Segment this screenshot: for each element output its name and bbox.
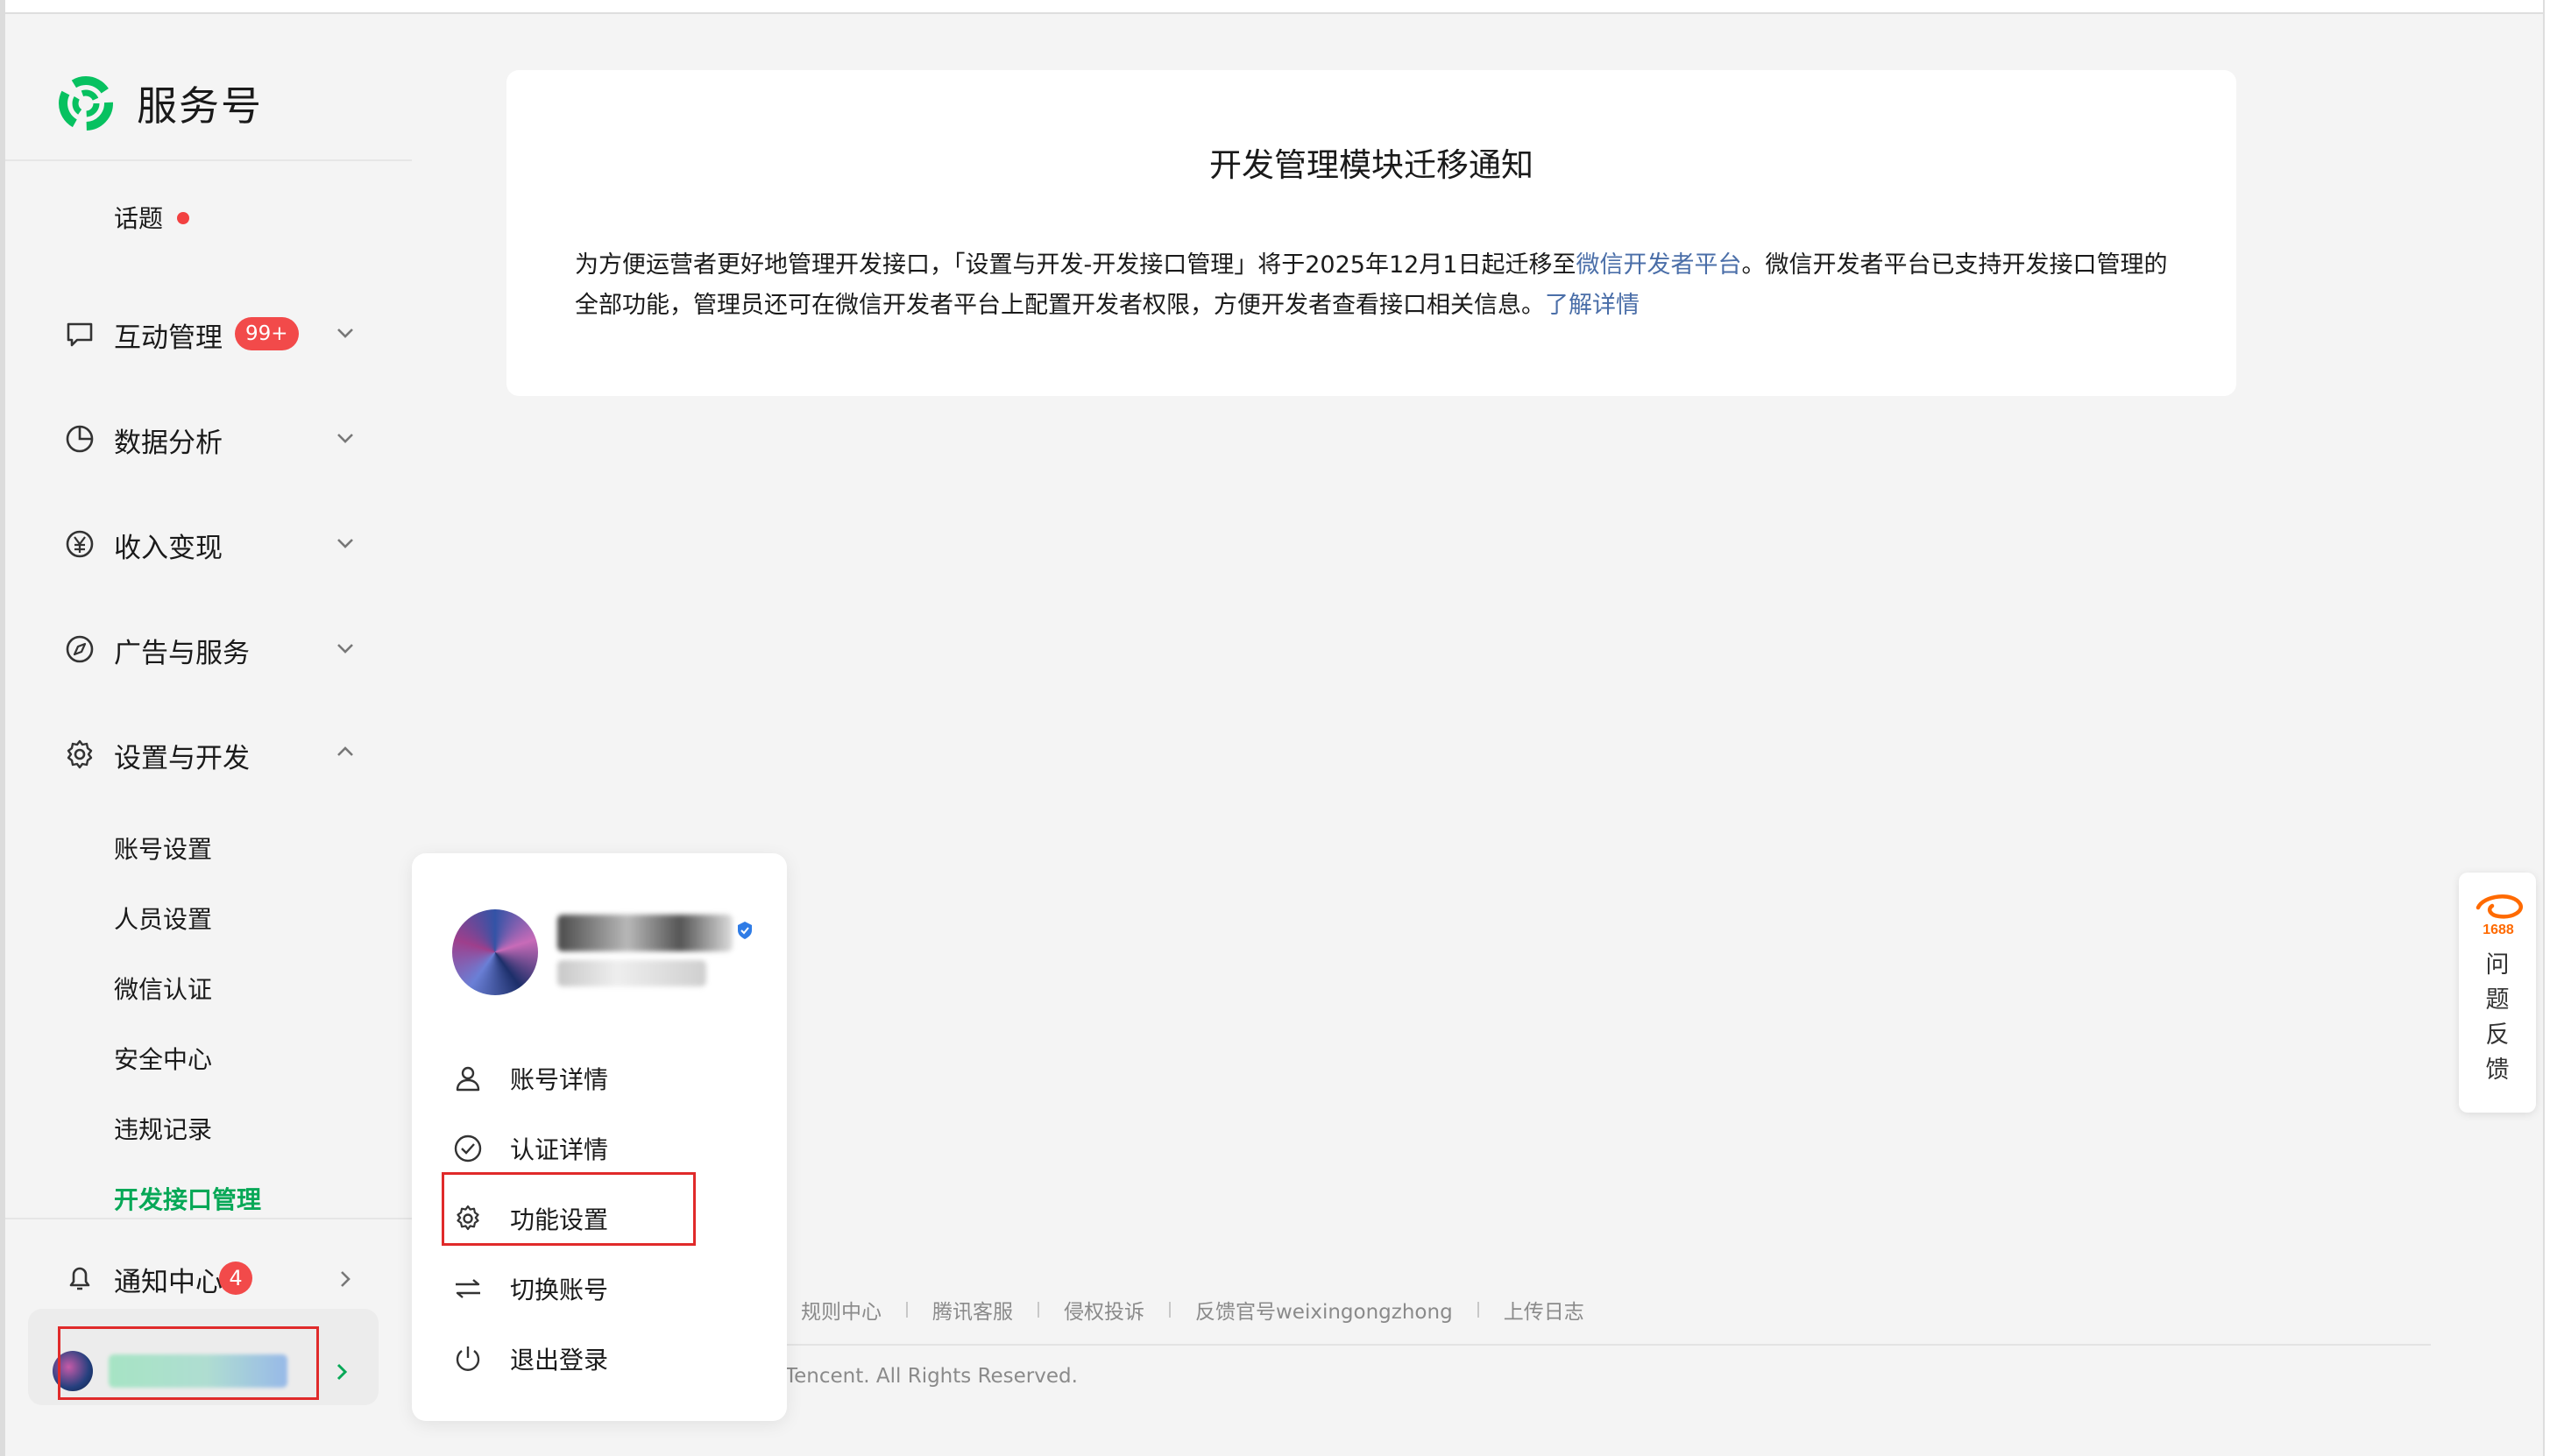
menu-item-label: 账号详情 <box>510 1065 609 1094</box>
sidebar-item-label: 广告与服务 <box>114 638 250 669</box>
account-highlight-box <box>58 1326 319 1400</box>
gear-icon <box>67 739 93 769</box>
chevron-down-icon <box>337 644 353 654</box>
notice-text-part1: 为方便运营者更好地管理开发接口，「设置与开发-开发接口管理」将于2025年12月… <box>575 251 1576 279</box>
submenu-wechat-verification[interactable]: 微信认证 <box>114 971 212 1006</box>
menu-item-label: 切换账号 <box>510 1276 609 1304</box>
feature-settings-highlight-box <box>442 1172 696 1246</box>
chevron-down-icon <box>337 434 353 443</box>
feedback-label-char: 反 <box>2485 1021 2510 1049</box>
learn-more-link[interactable]: 了解详情 <box>1545 292 1640 319</box>
brand-name: 服务号 <box>137 82 263 130</box>
migration-notice-card: 开发管理模块迁移通知 为方便运营者更好地管理开发接口，「设置与开发-开发接口管理… <box>506 70 2236 396</box>
topic-new-dot <box>177 212 189 224</box>
sidebar-divider <box>5 1218 412 1219</box>
chevron-down-icon <box>337 539 353 548</box>
power-icon <box>456 1346 480 1371</box>
footer-divider <box>762 1344 2431 1346</box>
footer-link-infringement[interactable]: 侵权投诉 <box>1064 1295 1144 1325</box>
sidebar-item-label: 通知中心 <box>114 1267 223 1298</box>
verified-badge-icon <box>738 922 752 939</box>
notice-body: 为方便运营者更好地管理开发接口，「设置与开发-开发接口管理」将于2025年12月… <box>575 245 2168 326</box>
switch-icon <box>456 1279 480 1298</box>
brand[interactable]: 服务号 <box>54 68 263 138</box>
footer-link-rules[interactable]: 规则中心 <box>801 1295 882 1325</box>
chevron-up-icon <box>337 746 353 756</box>
copyright-text: Tencent. All Rights Reserved. <box>785 1365 1078 1388</box>
chevron-down-icon <box>337 329 353 338</box>
submenu-account-settings[interactable]: 账号设置 <box>114 830 212 866</box>
submenu-dev-interface-management[interactable]: 开发接口管理 <box>114 1181 261 1216</box>
submenu-staff-settings[interactable]: 人员设置 <box>114 901 212 936</box>
bell-icon <box>69 1267 90 1290</box>
menu-item-switch-account[interactable]: 切换账号 <box>452 1269 608 1309</box>
chevron-right-icon <box>341 1271 351 1287</box>
pie-chart-icon <box>66 425 94 453</box>
submenu-security-center[interactable]: 安全中心 <box>114 1041 212 1076</box>
sidebar: 服务号 话题 互动管理 99+ 数据分析 收入变现 广告与服务 设置与开发 账号… <box>5 14 412 1456</box>
brand-divider <box>5 159 412 161</box>
popup-account-type-redacted <box>557 960 706 986</box>
footer-link-support[interactable]: 腾讯客服 <box>932 1295 1013 1325</box>
sidebar-item-label: 数据分析 <box>114 428 223 459</box>
menu-item-logout[interactable]: 退出登录 <box>452 1339 608 1379</box>
feedback-floating-button[interactable]: 1688 问题反馈 <box>2459 873 2536 1113</box>
service-account-logo-icon <box>59 76 113 131</box>
chevron-right-icon <box>336 1363 348 1381</box>
window-right-scrollbar[interactable] <box>2543 0 2564 1456</box>
user-icon <box>456 1066 480 1092</box>
submenu-violation-records[interactable]: 违规记录 <box>114 1111 212 1146</box>
compass-icon <box>66 635 94 663</box>
popup-account-avatar <box>452 909 538 995</box>
1688-logo-icon: 1688 <box>2475 894 2523 937</box>
account-popup-menu: 账号详情 认证详情 功能设置 切换账号 退出登录 <box>412 853 787 1421</box>
sidebar-item-topic[interactable]: 话题 <box>114 200 163 235</box>
feedback-label-char: 题 <box>2485 986 2510 1014</box>
popup-account-name-redacted <box>557 915 733 951</box>
interaction-count-badge: 99+ <box>235 317 299 350</box>
feedback-label-char: 馈 <box>2485 1057 2510 1084</box>
footer-link-feedback-account[interactable]: 反馈官号weixingongzhong <box>1195 1295 1453 1325</box>
feedback-label: 问题反馈 <box>2459 948 2536 1088</box>
menu-item-label: 退出登录 <box>510 1346 609 1375</box>
menu-item-account-details[interactable]: 账号详情 <box>452 1058 608 1099</box>
footer-separator <box>1169 1302 1171 1318</box>
menu-item-verification-details[interactable]: 认证详情 <box>452 1128 608 1169</box>
footer-separator <box>906 1302 908 1318</box>
window-top-border <box>0 0 2564 14</box>
footer-separator <box>1038 1302 1039 1318</box>
feedback-label-char: 问 <box>2485 951 2510 979</box>
footer-links: 规则中心 腾讯客服 侵权投诉 反馈官号weixingongzhong 上传日志 <box>801 1295 1584 1325</box>
yuan-coin-icon <box>66 530 94 558</box>
notice-title: 开发管理模块迁移通知 <box>1209 146 1533 184</box>
check-circle-icon <box>454 1134 482 1163</box>
wechat-dev-platform-link[interactable]: 微信开发者平台 <box>1576 251 1742 279</box>
sidebar-item-label: 互动管理 <box>114 322 223 354</box>
sidebar-item-label: 收入变现 <box>114 533 223 564</box>
menu-item-label: 认证详情 <box>510 1135 609 1164</box>
footer-separator <box>1477 1302 1479 1318</box>
1688-logo-text: 1688 <box>2483 922 2514 937</box>
chat-bubble-icon <box>67 322 93 347</box>
sidebar-item-label: 设置与开发 <box>114 743 250 774</box>
footer-link-upload-log[interactable]: 上传日志 <box>1504 1295 1584 1325</box>
notification-count-badge: 4 <box>219 1262 252 1295</box>
